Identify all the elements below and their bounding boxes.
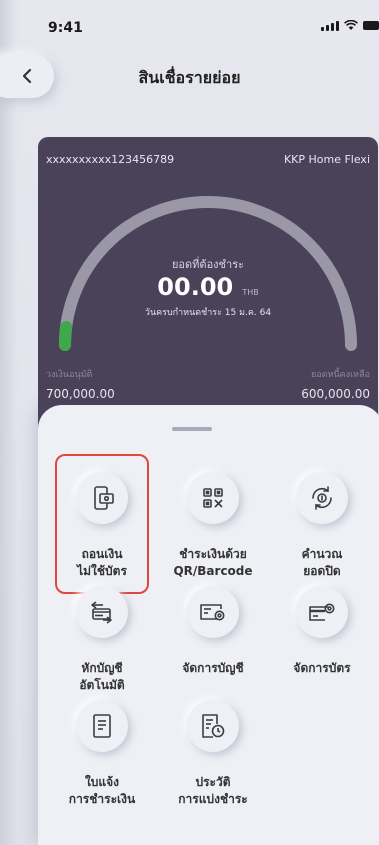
calculate-cycle-icon xyxy=(296,472,348,524)
menu-payment-slip[interactable]: ใบแจ้ง การชำระเงิน xyxy=(47,700,157,808)
payment-slip-icon xyxy=(76,700,128,752)
card-settings-icon xyxy=(296,586,348,638)
due-date: วันครบกำหนดชำระ 15 ม.ค. 64 xyxy=(144,308,272,318)
loan-card: xxxxxxxxxx123456789 KKP Home Flexi ยอดที… xyxy=(38,137,378,437)
installment-history-icon xyxy=(187,700,239,752)
action-sheet: ถอนเงิน ไม่ใช้บัตร ชำระเงินด้วย QR/Barco… xyxy=(38,405,379,845)
approved-limit-label: วงเงินอนุมัติ xyxy=(46,370,93,380)
battery-icon xyxy=(363,21,379,30)
menu-qr-payment[interactable]: ชำระเงินด้วย QR/Barcode xyxy=(158,472,268,580)
edge-shadow xyxy=(0,0,18,845)
menu-manage-card[interactable]: จัดการบัตร xyxy=(267,586,377,677)
page-title: สินเชื่อรายย่อย xyxy=(138,68,241,87)
menu-manage-account[interactable]: จัดการบัญชี xyxy=(158,586,268,677)
menu-label: จัดการบัตร xyxy=(293,661,351,675)
menu-label: ถอนเงิน ไม่ใช้บัตร xyxy=(77,547,127,578)
due-label: ยอดที่ต้องชำระ xyxy=(171,258,245,271)
header: สินเชื่อรายย่อย xyxy=(0,46,379,102)
menu-label: ชำระเงินด้วย QR/Barcode xyxy=(173,547,253,578)
wifi-icon xyxy=(344,20,358,30)
signal-icon xyxy=(321,20,339,31)
status-bar: 9:41 xyxy=(0,0,379,46)
phone-cash-icon xyxy=(76,472,128,524)
amount-due: 00.00 THB xyxy=(38,273,378,301)
approved-limit-value: 700,000.00 xyxy=(46,387,115,401)
gauge-progress xyxy=(59,321,73,351)
remaining-debt-value: 600,000.00 xyxy=(301,387,370,401)
remaining-debt-label: ยอดหนี้คงเหลือ xyxy=(311,370,370,380)
account-settings-icon xyxy=(187,586,239,638)
menu-cardless-withdrawal[interactable]: ถอนเงิน ไม่ใช้บัตร xyxy=(47,472,157,580)
status-icons xyxy=(321,20,379,31)
currency: THB xyxy=(242,288,259,297)
amount-value: 00.00 xyxy=(157,273,234,301)
menu-label: จัดการบัญชี xyxy=(182,661,244,675)
menu-label: ประวัติ การแบ่งชำระ xyxy=(178,775,248,806)
qr-code-icon xyxy=(187,472,239,524)
app-screen: 9:41 สินเชื่อรายย่อย xxxxxxxxxx123456789… xyxy=(0,0,379,845)
menu-installment-history[interactable]: ประวัติ การแบ่งชำระ xyxy=(158,700,268,808)
menu-auto-debit[interactable]: หักบัญชี อัตโนมัติ xyxy=(47,586,157,694)
status-time: 9:41 xyxy=(48,20,83,36)
menu-label: คำนวณ ยอดปิด xyxy=(301,547,343,578)
sheet-handle[interactable] xyxy=(172,427,212,431)
menu-label: หักบัญชี อัตโนมัติ xyxy=(79,661,125,692)
menu-calculate-closing[interactable]: คำนวณ ยอดปิด xyxy=(267,472,377,580)
menu-label: ใบแจ้ง การชำระเงิน xyxy=(68,775,136,806)
auto-debit-icon xyxy=(76,586,128,638)
